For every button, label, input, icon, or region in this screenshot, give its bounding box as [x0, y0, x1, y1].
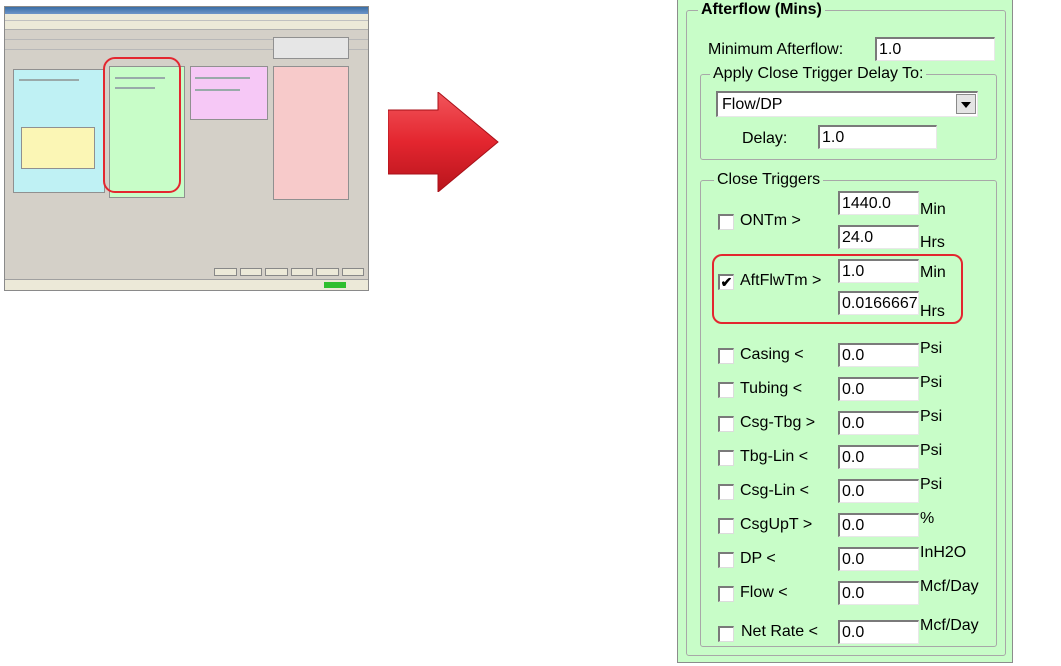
delay-label: Delay: [742, 130, 788, 147]
checkbox-csgupt[interactable] [718, 518, 734, 534]
thumb-highlight-oval [103, 57, 181, 193]
thumb-yellow-panel [21, 127, 95, 169]
trigger-input-net-rate[interactable]: 0.0 [838, 620, 919, 644]
trigger-unit-csg-tbg: Psi [920, 408, 943, 425]
checkbox-csg-tbg[interactable] [718, 416, 734, 432]
trigger-input-tubing[interactable]: 0.0 [838, 377, 919, 401]
trigger-label-csg-lin: Csg-Lin < [740, 482, 809, 499]
trigger-unit-ontm-2: Hrs [920, 234, 945, 251]
trigger-unit-dp: InH2O [920, 544, 967, 561]
trigger-label-tbg-lin: Tbg-Lin < [740, 448, 809, 465]
trigger-input-flow[interactable]: 0.0 [838, 581, 919, 605]
min-afterflow-input[interactable]: 1.0 [875, 37, 995, 61]
trigger-input-casing[interactable]: 0.0 [838, 343, 919, 367]
trigger-unit-net-rate: Mcf/Day [920, 617, 979, 634]
trigger-unit-csgupt: % [920, 510, 935, 527]
trigger-unit-flow: Mcf/Day [920, 578, 979, 595]
red-arrow-icon [388, 92, 499, 192]
thumb-arrival-panel [273, 66, 349, 200]
trigger-unit-tubing: Psi [920, 374, 943, 391]
trigger-label-casing: Casing < [740, 346, 804, 363]
checkbox-casing[interactable] [718, 348, 734, 364]
thumb-titlebar [5, 7, 368, 14]
apply-delay-title: Apply Close Trigger Delay To: [710, 65, 927, 83]
checkbox-tubing[interactable] [718, 382, 734, 398]
afterflow-title: Afterflow (Mins) [698, 1, 825, 19]
trigger-input-csgupt[interactable]: 0.0 [838, 513, 919, 537]
thumb-toolbar [5, 21, 368, 30]
trigger-label-csg-tbg: Csg-Tbg > [740, 414, 816, 431]
trigger-input-ontm[interactable]: 1440.0 [838, 191, 919, 215]
thumb-menubar [5, 14, 368, 21]
trigger-input-csg-lin[interactable]: 0.0 [838, 479, 919, 503]
checkbox-dp[interactable] [718, 552, 734, 568]
trigger-label-dp: DP < [740, 550, 776, 567]
app-thumbnail [4, 6, 369, 291]
checkbox-csg-lin[interactable] [718, 484, 734, 500]
checkbox-ontm[interactable] [718, 214, 734, 230]
checkbox-tbg-lin[interactable] [718, 450, 734, 466]
apply-delay-select[interactable]: Flow/DP [716, 91, 978, 117]
trigger-label-net-rate: Net Rate < [741, 623, 818, 640]
thumb-status-indicator [324, 282, 346, 288]
trigger-label-ontm: ONTm > [740, 212, 801, 229]
trigger-unit-ontm: Min [920, 201, 946, 218]
close-triggers-title: Close Triggers [714, 171, 824, 189]
thumb-statusbar [5, 279, 368, 290]
trigger-label-tubing: Tubing < [740, 380, 803, 397]
trigger-label-csgupt: CsgUpT > [740, 516, 813, 533]
min-afterflow-label: Minimum Afterflow: [708, 41, 844, 58]
checkbox-flow[interactable] [718, 586, 734, 602]
trigger-label-flow: Flow < [740, 584, 788, 601]
checkbox-net-rate[interactable] [718, 626, 734, 642]
thumb-button-row [214, 268, 364, 276]
chevron-down-icon[interactable] [956, 94, 976, 114]
apply-delay-selected: Flow/DP [722, 96, 783, 113]
trigger-unit-csg-lin: Psi [920, 476, 943, 493]
trigger-input-csg-tbg[interactable]: 0.0 [838, 411, 919, 435]
trigger-input-tbg-lin[interactable]: 0.0 [838, 445, 919, 469]
aftflwtm-highlight-oval [712, 254, 963, 324]
trigger-unit-tbg-lin: Psi [920, 442, 943, 459]
thumb-unfound-panel [190, 66, 268, 120]
afterflow-panel-zoom: Afterflow (Mins) Minimum Afterflow: 1.0 … [677, 0, 1013, 663]
trigger-input-ontm-2[interactable]: 24.0 [838, 225, 919, 249]
delay-input[interactable]: 1.0 [818, 125, 937, 149]
thumb-casing-mode-panel [273, 37, 349, 59]
trigger-input-dp[interactable]: 0.0 [838, 547, 919, 571]
trigger-unit-casing: Psi [920, 340, 943, 357]
